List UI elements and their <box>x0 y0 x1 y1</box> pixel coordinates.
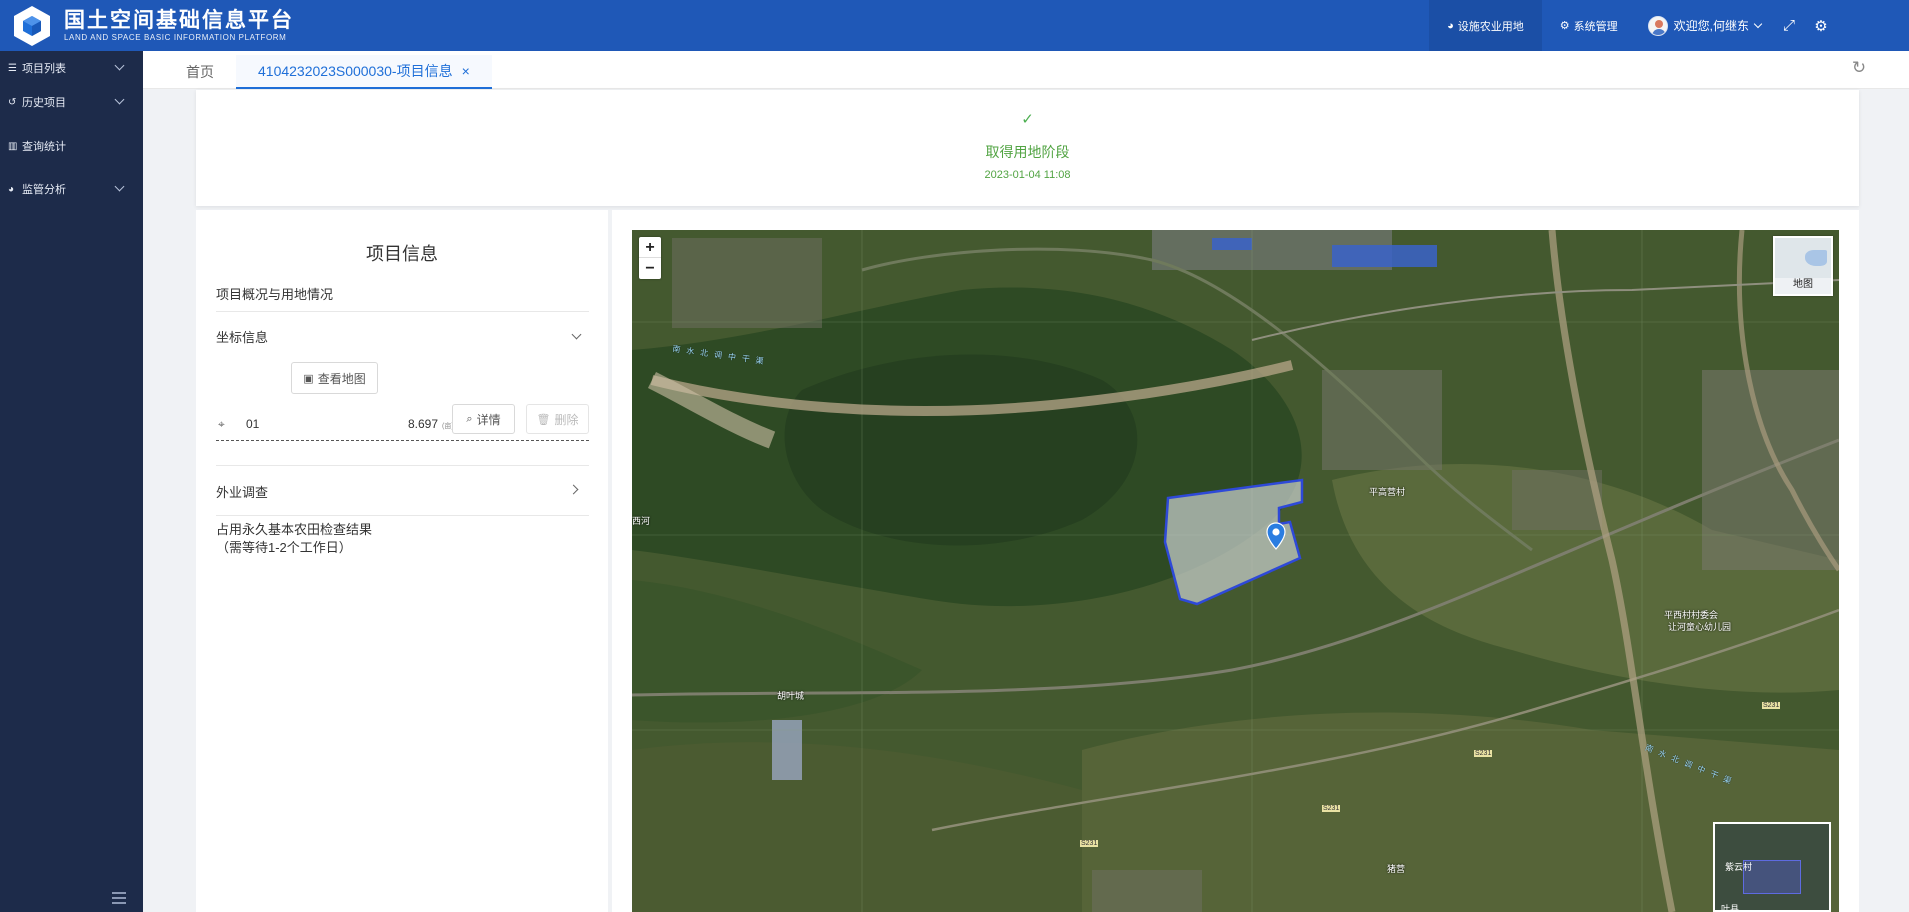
farmland-check-note: 占用永久基本农田检查结果 （需等待1-2个工作日） <box>216 521 372 557</box>
nav-label: 系统管理 <box>1573 20 1618 33</box>
tab-label: 首页 <box>186 64 214 80</box>
chevron-down-icon[interactable] <box>571 329 582 340</box>
basemap-switch-label: 地图 <box>1793 279 1813 290</box>
expand-icon: ⤢ <box>1782 17 1795 34</box>
overview-label: 紫云村 <box>1725 862 1753 872</box>
sidebar-item-history[interactable]: ↺ 历史项目 <box>0 87 143 117</box>
note-line: （需等待1-2个工作日） <box>216 540 352 555</box>
sidebar-item-supervision[interactable]: ◕ 监管分析 <box>0 174 143 204</box>
bar-chart-icon: ▥ <box>8 140 18 152</box>
button-label: 删除 <box>554 412 579 427</box>
status-stage: 取得用地阶段 <box>985 144 1070 160</box>
app-title: 国土空间基础信息平台 <box>64 8 294 32</box>
history-icon: ↺ <box>8 96 17 108</box>
field-survey-header[interactable]: 外业调查 <box>216 482 268 501</box>
road-label: S231 <box>1322 805 1341 812</box>
basemap-switch[interactable]: 地图 <box>1773 236 1833 296</box>
tab-home[interactable]: 首页 <box>186 55 214 89</box>
sidebar-item-label: 查询统计 <box>22 141 66 153</box>
sidebar-item-label: 监管分析 <box>22 184 66 196</box>
nav-system-management[interactable]: ⚙ 系统管理 <box>1542 0 1636 51</box>
divider <box>216 311 589 312</box>
trash-icon: 🗑 <box>536 413 551 426</box>
sidebar-item-label: 项目列表 <box>22 63 66 75</box>
pie-chart-icon: ◕ <box>8 183 15 195</box>
nav-facility-agri-land[interactable]: ◕ 设施农业用地 <box>1429 0 1542 51</box>
list-icon: ☰ <box>8 62 17 74</box>
map-label: 胡叶城 <box>777 691 805 701</box>
button-label: 详情 <box>476 412 501 427</box>
chevron-down-icon <box>114 94 125 105</box>
close-icon[interactable]: × <box>462 63 470 79</box>
pie-chart-icon: ◕ <box>1447 19 1454 32</box>
basemap-thumbnail <box>1775 238 1831 278</box>
zoom-in-button[interactable]: + <box>639 237 661 258</box>
sidebar-item-query-stats[interactable]: ▥ 查询统计 <box>0 131 143 161</box>
road-label: S231 <box>1762 702 1781 709</box>
fullscreen-button[interactable]: ⤢ <box>1773 0 1805 51</box>
overview-map[interactable]: 紫云村 叶县 <box>1713 822 1831 912</box>
coord-area: 8.697 <box>407 417 438 431</box>
user-greeting: 欢迎您,何继东 <box>1673 19 1749 33</box>
map-label: 平高营村 <box>1369 487 1406 497</box>
satellite-imagery <box>632 230 1839 912</box>
sidebar-collapse-button[interactable] <box>112 892 126 904</box>
user-menu[interactable]: 欢迎您,何继东 <box>1636 0 1773 51</box>
chevron-down-icon <box>1753 19 1763 28</box>
note-line: 占用永久基本农田检查结果 <box>216 522 373 537</box>
top-header: 国土空间基础信息平台 LAND AND SPACE BASIC INFORMAT… <box>0 0 1909 51</box>
status-time: 2023-01-04 11:08 <box>984 169 1071 181</box>
check-icon: ✓ <box>1021 111 1034 128</box>
coord-row: ⌖ 01 8.697 (亩) ⌕ 详情 🗑 删除 <box>216 404 589 441</box>
zoom-out-button[interactable]: − <box>639 258 661 279</box>
panel-title: 项目信息 <box>366 244 438 264</box>
search-icon: ⌕ <box>466 412 473 425</box>
road-label: S231 <box>1474 750 1493 757</box>
image-icon: ▣ <box>303 372 314 385</box>
coord-section-header[interactable]: 坐标信息 <box>216 327 268 346</box>
chevron-down-icon <box>114 181 125 192</box>
gear-icon: ⚙ <box>1814 17 1828 35</box>
location-pin-icon: ⌖ <box>218 417 225 431</box>
app-logo[interactable]: 国土空间基础信息平台 LAND AND SPACE BASIC INFORMAT… <box>10 0 294 51</box>
map-label: 让河童心幼儿园 <box>1668 622 1732 632</box>
status-card: ✓ 取得用地阶段 2023-01-04 11:08 <box>196 90 1859 206</box>
refresh-button[interactable]: ↻ <box>1849 58 1869 78</box>
sidebar-item-label: 历史项目 <box>22 97 66 109</box>
location-marker-icon[interactable] <box>1266 522 1286 550</box>
cogs-icon: ⚙ <box>1559 20 1570 32</box>
view-map-button[interactable]: ▣ 查看地图 <box>291 362 378 394</box>
divider <box>216 515 589 516</box>
button-label: 查看地图 <box>317 371 366 386</box>
cube-logo-icon <box>10 4 54 48</box>
detail-button[interactable]: ⌕ 详情 <box>452 404 515 434</box>
satellite-map[interactable]: 平高营村 胡叶城 平西村村委会 让河童心幼儿园 西河 猪营 S231 S231 … <box>632 230 1839 912</box>
overview-label: 叶县 <box>1721 904 1740 912</box>
avatar <box>1647 15 1668 36</box>
chevron-down-icon <box>114 60 125 71</box>
refresh-icon: ↻ <box>1851 58 1867 77</box>
sidebar-item-project-list[interactable]: ☰ 项目列表 <box>0 53 143 83</box>
chevron-right-icon[interactable] <box>568 484 579 495</box>
road-label: S231 <box>1080 840 1099 847</box>
sidebar: ☰ 项目列表 ↺ 历史项目 ▥ 查询统计 ◕ 监管分析 <box>0 51 143 912</box>
overview-link[interactable]: 项目概况与用地情况 <box>216 284 333 303</box>
nav-label: 设施农业用地 <box>1457 20 1524 33</box>
project-info-panel: 项目信息 项目概况与用地情况 坐标信息 ▣ 查看地图 ⌖ 01 8.697 (亩… <box>196 210 608 912</box>
delete-button[interactable]: 🗑 删除 <box>526 404 589 434</box>
tab-project-info[interactable]: 4104232023S000030-项目信息 × <box>236 55 492 89</box>
map-panel: 平高营村 胡叶城 平西村村委会 让河童心幼儿园 西河 猪营 S231 S231 … <box>612 210 1859 912</box>
app-subtitle: LAND AND SPACE BASIC INFORMATION PLATFOR… <box>64 32 287 42</box>
divider <box>216 465 589 466</box>
settings-button[interactable]: ⚙ <box>1805 0 1837 51</box>
coord-id: 01 <box>246 417 260 431</box>
tab-bar: 首页 4104232023S000030-项目信息 × ↻ <box>143 51 1909 89</box>
zoom-control: + − <box>639 237 661 279</box>
map-label: 猪营 <box>1387 864 1406 874</box>
tab-label: 4104232023S000030-项目信息 <box>258 63 453 79</box>
map-label: 西河 <box>632 516 651 526</box>
